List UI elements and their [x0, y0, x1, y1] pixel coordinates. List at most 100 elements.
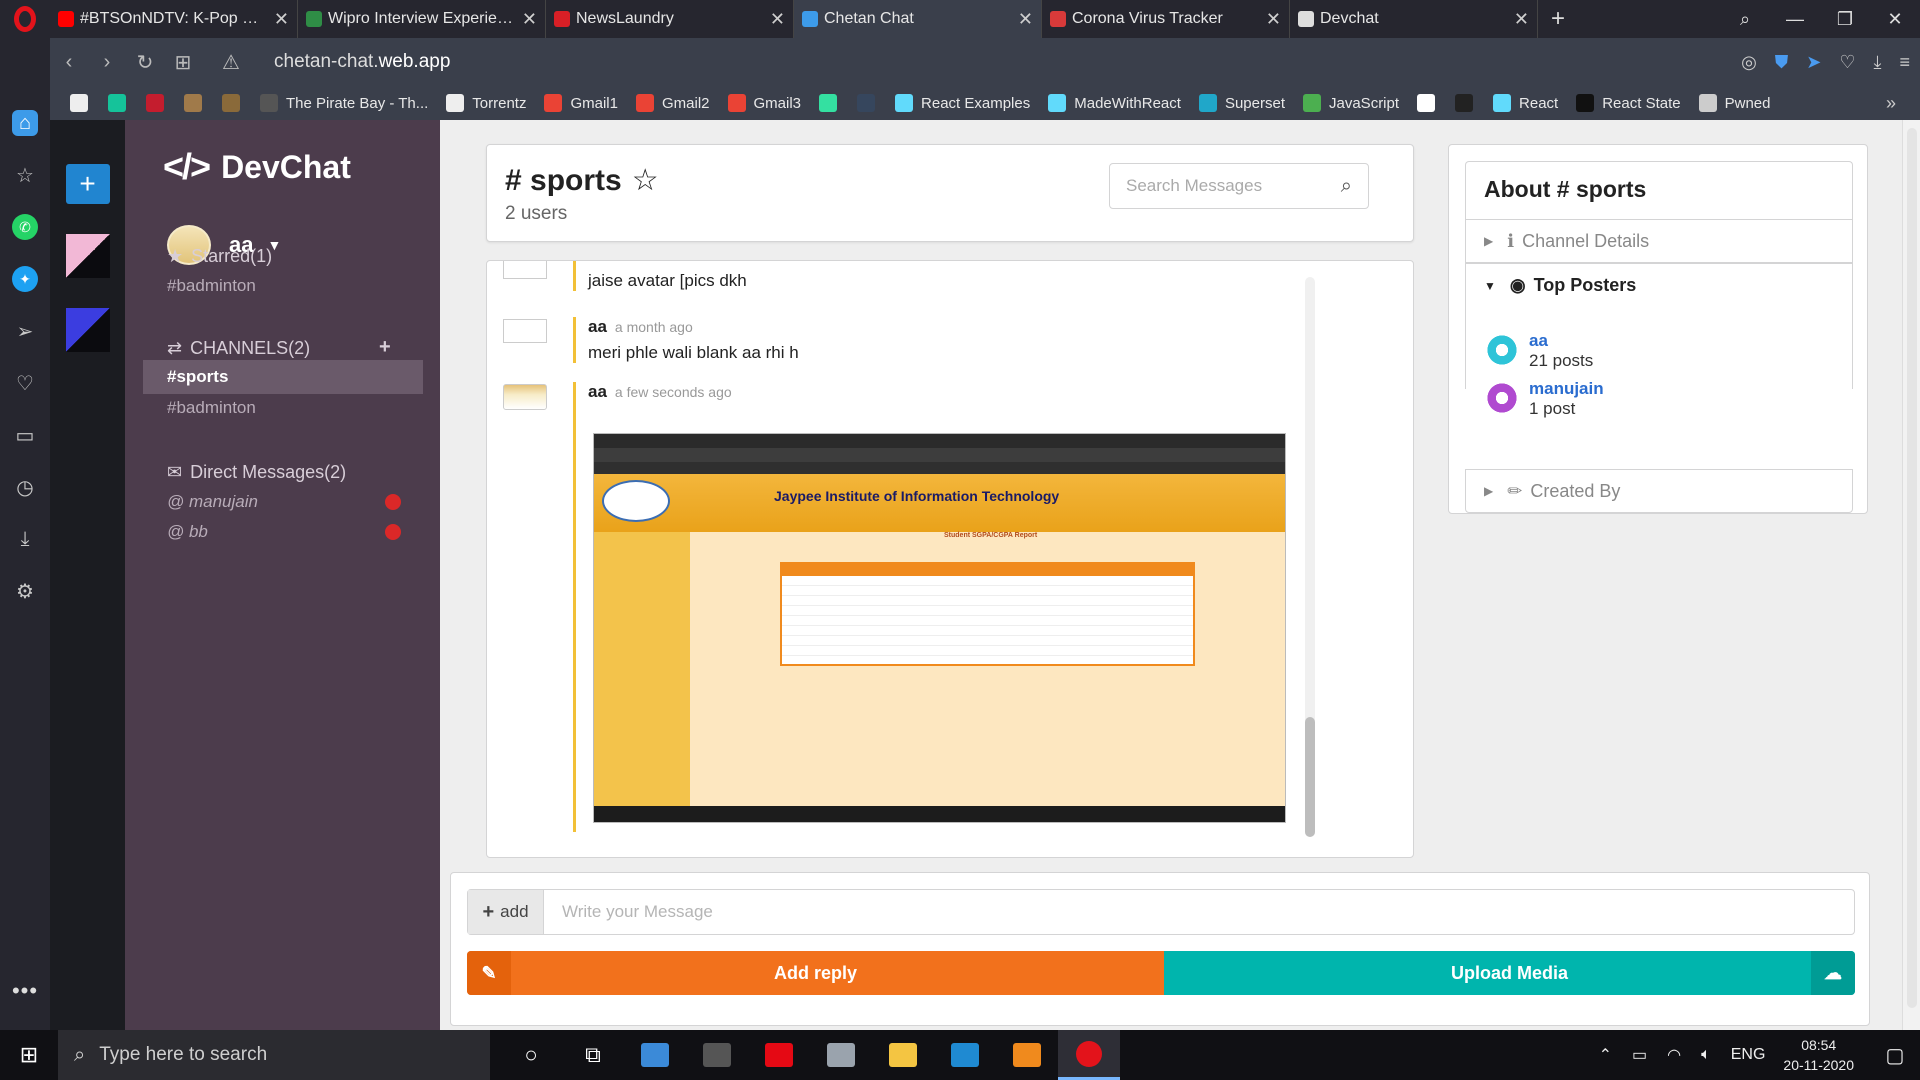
- download-icon[interactable]: ⤓: [1874, 52, 1882, 73]
- vscode-icon[interactable]: [934, 1030, 996, 1080]
- close-tab-icon[interactable]: ✕: [1018, 9, 1033, 30]
- history-icon[interactable]: ◷: [12, 474, 38, 500]
- dm-item-bb[interactable]: @ bb: [167, 522, 401, 542]
- bookmark-item[interactable]: Superset: [1198, 94, 1285, 112]
- add-channel-icon[interactable]: +: [379, 336, 391, 359]
- menu-icon[interactable]: ≡: [1899, 52, 1910, 73]
- theme-swatch-1[interactable]: [65, 234, 110, 278]
- close-tab-icon[interactable]: ✕: [522, 9, 537, 30]
- cortana-icon[interactable]: ○: [500, 1030, 562, 1080]
- channel-item-badminton[interactable]: #badminton: [167, 398, 256, 418]
- browser-tab[interactable]: NewsLaundry ✕: [546, 0, 794, 38]
- search-tabs-icon[interactable]: ⌕: [1720, 9, 1770, 30]
- reload-button[interactable]: ↻: [126, 50, 164, 75]
- upload-media-button[interactable]: Upload Media ☁: [1164, 951, 1855, 995]
- shield-icon[interactable]: ⛊: [1775, 52, 1789, 73]
- heart-icon[interactable]: ♡: [1839, 52, 1855, 73]
- browser-tab[interactable]: Devchat ✕: [1290, 0, 1538, 38]
- notification-icon[interactable]: ▢: [1870, 1043, 1920, 1068]
- opera-logo-icon[interactable]: [0, 0, 50, 38]
- netflix-icon[interactable]: [748, 1030, 810, 1080]
- photos-icon[interactable]: [810, 1030, 872, 1080]
- warning-icon[interactable]: ⚠: [212, 50, 250, 75]
- clock[interactable]: 08:54 20-11-2020: [1783, 1035, 1854, 1075]
- bookmark-item[interactable]: Gmail3: [727, 94, 801, 112]
- restore-button[interactable]: ❐: [1820, 9, 1870, 30]
- accordion-top-posters[interactable]: ▼ ◉ Top Posters: [1465, 263, 1853, 307]
- browser-tab[interactable]: #BTSOnNDTV: K-Pop Sensa ✕: [50, 0, 298, 38]
- close-tab-icon[interactable]: ✕: [1266, 9, 1281, 30]
- add-color-button[interactable]: +: [65, 164, 110, 204]
- channel-item-sports[interactable]: #sports: [143, 360, 423, 394]
- browser-tab[interactable]: Corona Virus Tracker ✕: [1042, 0, 1290, 38]
- send-icon[interactable]: ➢: [12, 318, 38, 344]
- bookmark-item[interactable]: MadeWithReact: [1048, 94, 1181, 112]
- add-reply-button[interactable]: ✎ Add reply: [467, 951, 1164, 995]
- message-placeholder[interactable]: Write your Message: [544, 890, 1854, 934]
- back-button[interactable]: ‹: [50, 51, 88, 74]
- volume-icon[interactable]: 🔈︎: [1701, 1046, 1711, 1064]
- bookmark-item[interactable]: React: [1493, 94, 1558, 112]
- bookmark-item[interactable]: [1417, 94, 1443, 112]
- bookmark-item[interactable]: Pwned: [1698, 94, 1770, 112]
- browser-tab[interactable]: Wipro Interview Experience ✕: [298, 0, 546, 38]
- author-name[interactable]: aa: [588, 317, 607, 336]
- vlc-icon[interactable]: [996, 1030, 1058, 1080]
- messages-list[interactable]: jaise avatar [pics dkh aa a month ago mer…: [486, 260, 1414, 858]
- bookmark-item[interactable]: [184, 94, 210, 112]
- heart-icon[interactable]: ♡: [12, 370, 38, 396]
- bookmark-item[interactable]: The Pirate Bay - Th...: [260, 94, 428, 112]
- wifi-icon[interactable]: ◠: [1667, 1045, 1681, 1065]
- bookmark-item[interactable]: Gmail1: [544, 94, 618, 112]
- close-tab-icon[interactable]: ✕: [1514, 9, 1529, 30]
- poster-name[interactable]: manujain: [1529, 379, 1604, 399]
- bookmark-item[interactable]: [108, 94, 134, 112]
- bookmark-item[interactable]: React Examples: [895, 94, 1030, 112]
- minimize-button[interactable]: —: [1770, 9, 1820, 30]
- message-input[interactable]: + add Write your Message: [467, 889, 1855, 935]
- opera-taskbar-icon[interactable]: [1058, 1030, 1120, 1080]
- tabs-grid-icon[interactable]: ⊞: [164, 50, 202, 75]
- bookmark-item[interactable]: Torrentz: [446, 94, 526, 112]
- poster-name[interactable]: aa: [1529, 331, 1593, 351]
- bookmark-item[interactable]: [70, 94, 96, 112]
- starred-item-badminton[interactable]: #badminton: [167, 276, 256, 296]
- url-field[interactable]: chetan-chat.web.app: [274, 51, 450, 73]
- theme-swatch-2[interactable]: [65, 308, 110, 352]
- bookmark-item[interactable]: [146, 94, 172, 112]
- chevron-up-icon[interactable]: ⌃: [1599, 1045, 1612, 1065]
- bookmark-item[interactable]: React State: [1576, 94, 1681, 112]
- bookmark-item[interactable]: [857, 94, 883, 112]
- send-icon[interactable]: ➤: [1806, 52, 1821, 73]
- bookmark-item[interactable]: [1455, 94, 1481, 112]
- search-icon[interactable]: ⌕: [1341, 175, 1352, 198]
- control-panel-icon[interactable]: [624, 1030, 686, 1080]
- windows-start-icon[interactable]: ⊞: [0, 1030, 58, 1080]
- search-input[interactable]: Search Messages ⌕: [1109, 163, 1369, 209]
- close-window-button[interactable]: ✕: [1870, 9, 1920, 30]
- file-explorer-icon[interactable]: [872, 1030, 934, 1080]
- task-view-icon[interactable]: ⧉: [562, 1030, 624, 1080]
- author-name[interactable]: aa: [588, 382, 607, 401]
- more-icon[interactable]: •••: [12, 978, 38, 1004]
- bookmark-item[interactable]: [222, 94, 248, 112]
- home-icon[interactable]: ⌂: [12, 110, 38, 136]
- message-image[interactable]: Jaypee Institute of Information Technolo…: [593, 433, 1286, 823]
- forward-button[interactable]: ›: [88, 51, 126, 74]
- browser-tab[interactable]: Chetan Chat ✕: [794, 0, 1042, 38]
- whatsapp-icon[interactable]: ✆: [12, 214, 38, 240]
- page-scrollbar[interactable]: [1902, 120, 1920, 1030]
- notion-icon[interactable]: [686, 1030, 748, 1080]
- close-tab-icon[interactable]: ✕: [274, 9, 289, 30]
- bookmark-item[interactable]: Gmail2: [635, 94, 710, 112]
- download-icon[interactable]: ⤓: [12, 526, 38, 552]
- accordion-created-by[interactable]: ▶ ✏ Created By: [1465, 469, 1853, 513]
- bookmark-item[interactable]: JavaScript: [1303, 94, 1399, 112]
- messages-scrollbar[interactable]: [1305, 277, 1315, 837]
- camera-icon[interactable]: ◎: [1741, 52, 1757, 73]
- tabs-icon[interactable]: ▭: [12, 422, 38, 448]
- bookmark-item[interactable]: [819, 94, 845, 112]
- battery-icon[interactable]: ▭: [1632, 1045, 1647, 1065]
- settings-icon[interactable]: ⚙: [12, 578, 38, 604]
- language-indicator[interactable]: ENG: [1731, 1046, 1766, 1064]
